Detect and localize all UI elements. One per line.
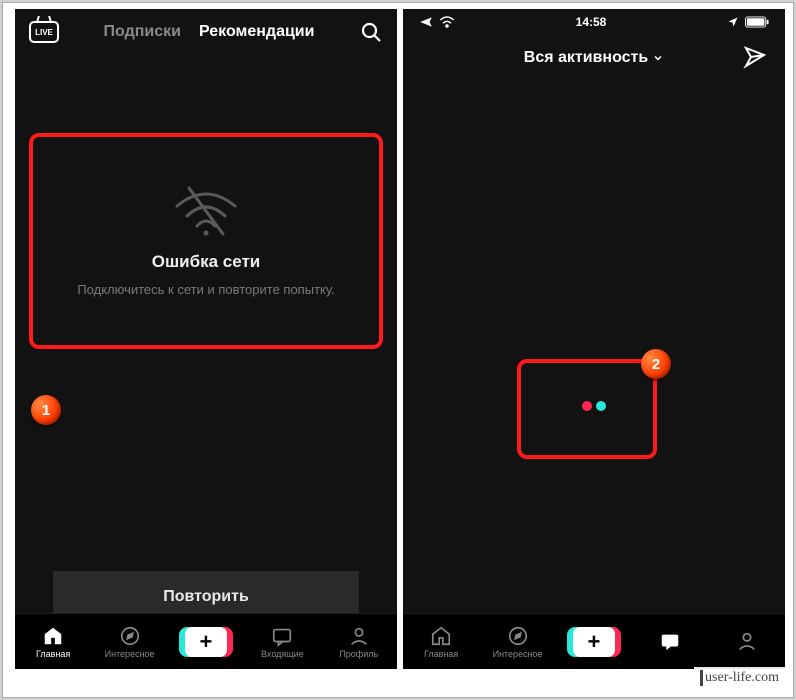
tab-home[interactable]: Главная bbox=[411, 625, 471, 659]
tab-interesting[interactable]: Интересное bbox=[488, 625, 548, 659]
create-button[interactable]: + bbox=[183, 627, 229, 657]
annotation-marker-1: 1 bbox=[31, 395, 61, 425]
wifi-icon bbox=[439, 16, 455, 28]
status-time: 14:58 bbox=[576, 15, 607, 29]
status-bar: 14:58 bbox=[403, 9, 785, 35]
network-error-panel: Ошибка сети Подключитесь к сети и повтор… bbox=[31, 135, 381, 345]
watermark: user-life.com bbox=[694, 667, 785, 689]
activity-title: Вся активность bbox=[524, 49, 648, 67]
message-icon bbox=[271, 625, 293, 647]
activity-content: 2 bbox=[403, 81, 785, 669]
screenshot-right: 14:58 Вся активность 2 bbox=[403, 9, 785, 669]
location-arrow-icon bbox=[727, 16, 739, 28]
tab-inbox[interactable]: Входящие bbox=[252, 625, 312, 659]
plus-icon: + bbox=[573, 627, 615, 657]
tab-foryou[interactable]: Рекомендации bbox=[199, 23, 315, 41]
battery-icon bbox=[745, 16, 769, 28]
tab-interesting-label: Интересное bbox=[105, 649, 155, 659]
chevron-down-icon bbox=[652, 52, 664, 64]
create-button[interactable]: + bbox=[571, 627, 617, 657]
tab-create[interactable]: + bbox=[176, 627, 236, 657]
tab-home-label: Главная bbox=[36, 649, 70, 659]
tab-interesting[interactable]: Интересное bbox=[100, 625, 160, 659]
activity-header[interactable]: Вся активность bbox=[403, 35, 785, 81]
loading-dot-red bbox=[582, 401, 592, 411]
feed-content: Ошибка сети Подключитесь к сети и повтор… bbox=[15, 55, 397, 669]
tab-home[interactable]: Главная bbox=[23, 625, 83, 659]
tab-profile-label: Профиль bbox=[339, 649, 378, 659]
message-icon bbox=[659, 630, 681, 652]
top-nav: LIVE Подписки Рекомендации bbox=[15, 9, 397, 55]
annotation-marker-2: 2 bbox=[641, 349, 671, 379]
plus-icon: + bbox=[185, 627, 227, 657]
send-button[interactable] bbox=[743, 45, 767, 69]
home-icon bbox=[430, 625, 452, 647]
tab-profile[interactable]: Профиль bbox=[329, 625, 389, 659]
tab-create[interactable]: + bbox=[564, 627, 624, 657]
retry-label: Повторить bbox=[163, 588, 249, 606]
tab-home-label: Главная bbox=[424, 649, 458, 659]
error-title: Ошибка сети bbox=[152, 252, 261, 272]
live-button[interactable]: LIVE bbox=[29, 21, 59, 43]
screenshot-left: LIVE Подписки Рекомендации Ошибка сети П… bbox=[15, 9, 397, 669]
person-icon bbox=[736, 630, 758, 652]
compass-icon bbox=[507, 625, 529, 647]
search-button[interactable] bbox=[359, 20, 383, 44]
tab-profile[interactable] bbox=[717, 630, 777, 654]
wifi-off-icon bbox=[171, 184, 241, 238]
tab-inbox[interactable] bbox=[640, 630, 700, 654]
airplane-icon bbox=[419, 15, 433, 29]
paper-plane-icon bbox=[743, 45, 767, 69]
compass-icon bbox=[119, 625, 141, 647]
error-subtitle: Подключитесь к сети и повторите попытку. bbox=[69, 282, 342, 297]
search-icon bbox=[359, 20, 383, 44]
live-label: LIVE bbox=[35, 28, 53, 37]
tab-inbox-label: Входящие bbox=[261, 649, 304, 659]
feed-tabs: Подписки Рекомендации bbox=[59, 23, 359, 41]
tab-interesting-label: Интересное bbox=[493, 649, 543, 659]
bottom-tabbar: Главная Интересное + Входящие Профиль bbox=[15, 613, 397, 669]
tab-following[interactable]: Подписки bbox=[104, 23, 181, 41]
home-icon bbox=[42, 625, 64, 647]
bottom-tabbar: Главная Интересное + bbox=[403, 613, 785, 669]
loading-indicator bbox=[582, 401, 606, 411]
person-icon bbox=[348, 625, 370, 647]
loading-dot-cyan bbox=[596, 401, 606, 411]
